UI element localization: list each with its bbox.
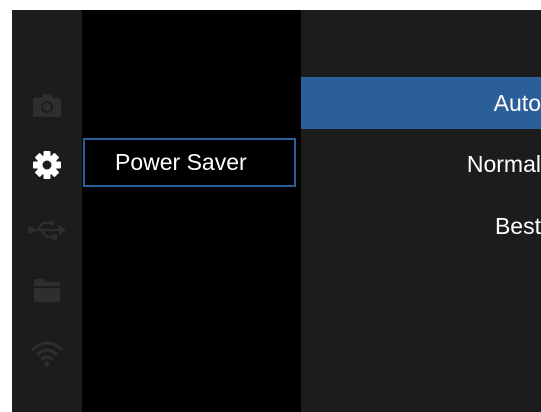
option-auto[interactable]: Auto (301, 77, 541, 129)
camera-icon[interactable] (12, 80, 82, 130)
folder-icon[interactable] (12, 265, 82, 315)
settings-screen: Power Saver Auto Normal Best (12, 10, 541, 412)
usb-icon[interactable] (12, 205, 82, 255)
option-label: Normal (466, 150, 541, 177)
menu-item-label: Power Saver (115, 149, 247, 175)
option-normal[interactable]: Normal (301, 138, 541, 190)
category-rail (12, 10, 82, 412)
option-label: Best (494, 212, 541, 239)
option-best[interactable]: Best (301, 200, 541, 252)
option-label: Auto (493, 89, 541, 116)
gear-icon[interactable] (12, 140, 82, 190)
menu-item-power-saver[interactable]: Power Saver (83, 138, 296, 187)
wifi-icon[interactable] (12, 328, 82, 378)
option-list: Auto Normal Best (301, 10, 541, 412)
settings-menu: Power Saver (82, 10, 301, 412)
